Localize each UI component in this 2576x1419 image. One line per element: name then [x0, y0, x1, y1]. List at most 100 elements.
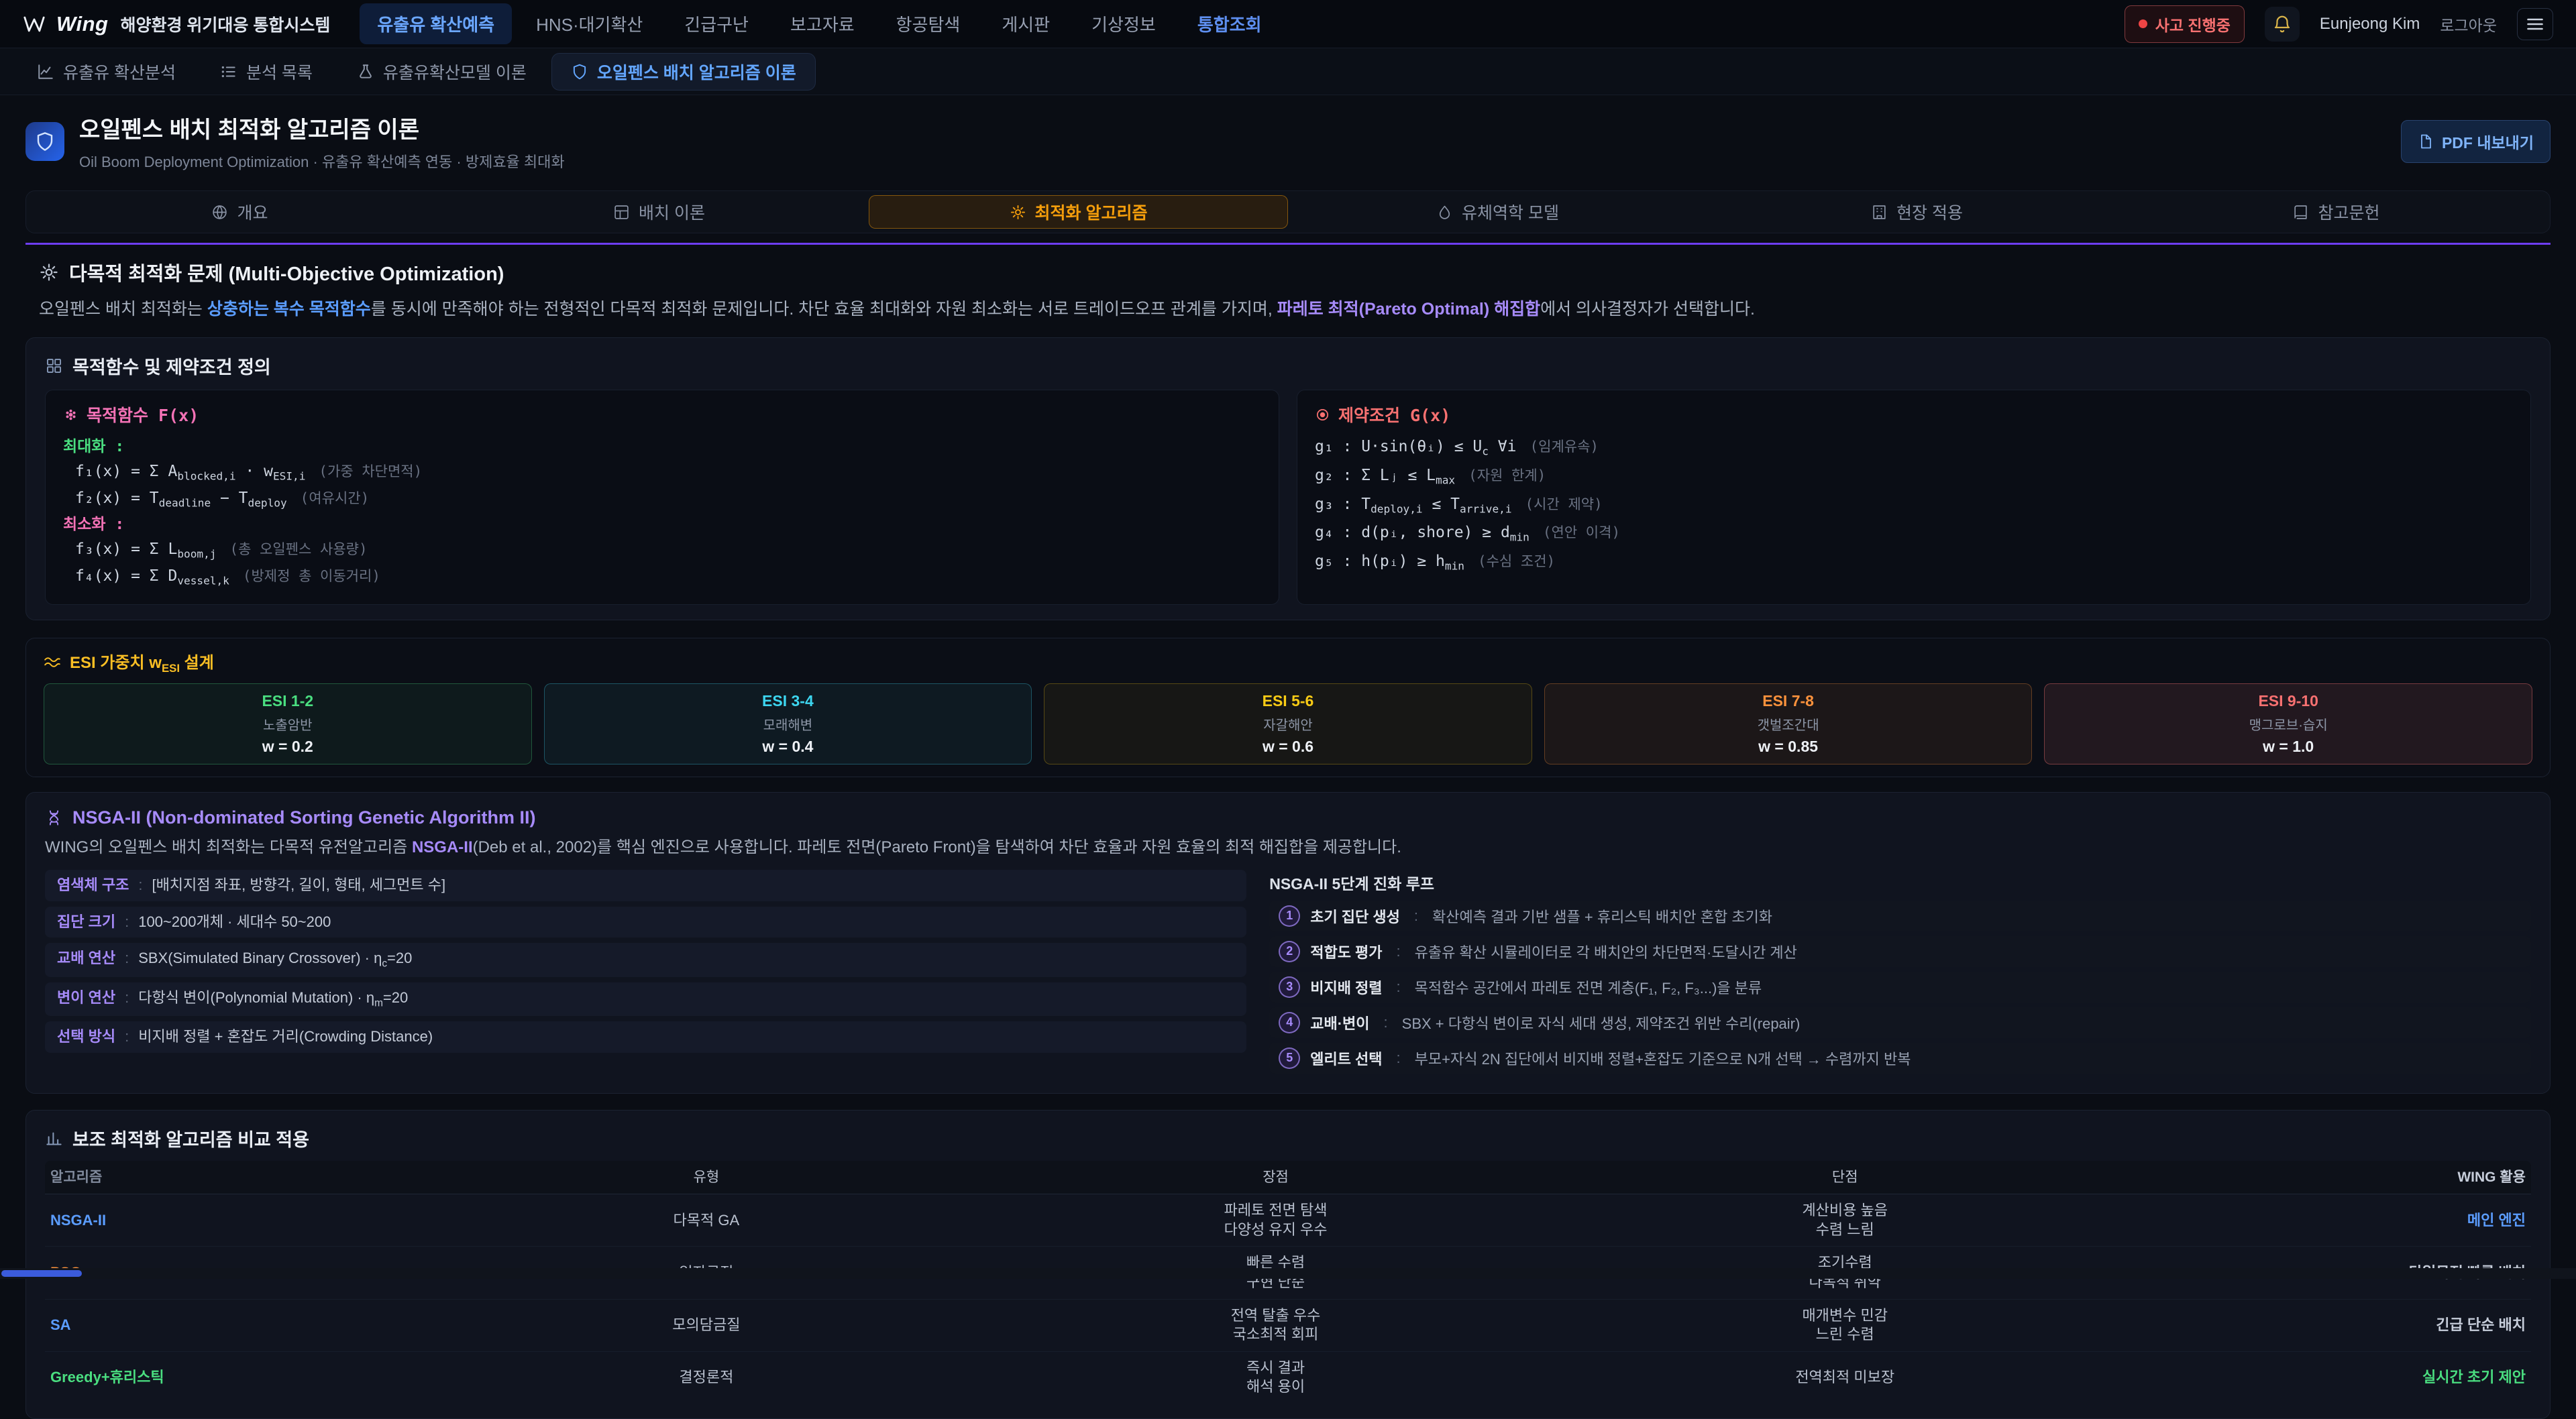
- nav-item-reports[interactable]: 보고자료: [773, 3, 872, 44]
- page-title: 오일펜스 배치 최적화 알고리즘 이론: [79, 111, 2386, 144]
- esi-weight-value: w = 0.2: [50, 738, 526, 756]
- user-name[interactable]: Eunjeong Kim: [2320, 15, 2420, 34]
- constraints-title-row: 제약조건 G(x): [1315, 402, 2513, 427]
- shield-icon: [571, 63, 588, 80]
- nav-item-emergency-rescue[interactable]: 긴급구난: [667, 3, 766, 44]
- table-row: Greedy+휴리스틱 결정론적 즉시 결과 해석 용이 전역최적 미보장 실시…: [45, 1352, 2531, 1404]
- nsga-text: WING의 오일펜스 배치 최적화는 다목적 유전알고리즘: [45, 838, 412, 856]
- param-value: 100~200개체 · 세대수 50~200: [138, 913, 331, 932]
- param-value: 비지배 정렬 + 혼잡도 거리(Crowding Distance): [138, 1027, 433, 1047]
- page-subtitle: Oil Boom Deployment Optimization · 유출유 확…: [79, 150, 2386, 172]
- algorithm-name: Greedy+휴리스틱: [50, 1368, 422, 1387]
- subtab-analysis-list[interactable]: 분석 목록: [201, 53, 332, 91]
- algorithm-type: 다목적 GA: [422, 1211, 991, 1231]
- tab-field-application[interactable]: 현장 적용: [1707, 195, 2127, 229]
- chart-line-icon: [37, 63, 54, 80]
- formula-note: (시간 제약): [1525, 496, 1603, 513]
- algorithm-cons: 전역최적 미보장: [1560, 1368, 2130, 1387]
- param-value: [배치지점 좌표, 방향각, 길이, 형태, 세그먼트 수]: [152, 876, 445, 895]
- logout-link[interactable]: 로그아웃: [2440, 13, 2497, 36]
- step-number-badge: 3: [1279, 976, 1300, 998]
- esi-weight-card: ESI 7-8 갯벌조간대 w = 0.85: [1544, 683, 2033, 764]
- droplet-icon: [1436, 204, 1453, 221]
- nsga-loop-step: 2적합도 평가:유출유 확산 시뮬레이터로 각 배치안의 차단면적·도달시간 계…: [1269, 936, 2531, 967]
- esi-weight-card: ESI 1-2 노출암반 w = 0.2: [44, 683, 532, 764]
- esi-weight-value: w = 0.4: [550, 738, 1026, 756]
- nav-item-aerial-search[interactable]: 항공탐색: [879, 3, 978, 44]
- comparison-title-row: 보조 최적화 알고리즘 비교 적용: [45, 1125, 2531, 1151]
- wing-usage: 메인 엔진: [2130, 1211, 2526, 1231]
- nsga-loop-step: 5엘리트 선택:부모+자식 2N 집단에서 비지배 정렬+혼잡도 기준으로 N개…: [1269, 1043, 2531, 1074]
- step-text: 목적함수 공간에서 파레토 전면 계층(F₁, F₂, F₃...)을 분류: [1415, 976, 1762, 998]
- scrollbar-thumb[interactable]: [1, 1270, 82, 1277]
- col-header-algorithm: 알고리즘: [50, 1168, 422, 1186]
- step-text: 부모+자식 2N 집단에서 비지배 정렬+혼잡도 기준으로 N개 선택 → 수렴…: [1415, 1047, 1911, 1069]
- separator: :: [1384, 1014, 1388, 1031]
- separator: :: [1397, 1049, 1401, 1067]
- bell-icon: [2272, 14, 2292, 34]
- subtab-label: 유출유확산모델 이론: [383, 60, 527, 84]
- optimization-tab-content: 다목적 최적화 문제 (Multi-Objective Optimization…: [25, 243, 2551, 1419]
- subtab-label: 오일펜스 배치 알고리즘 이론: [597, 60, 796, 84]
- subtab-dispersion-model-theory[interactable]: 유출유확산모델 이론: [337, 53, 546, 91]
- layout-icon: [613, 204, 630, 221]
- pdf-export-button[interactable]: PDF 내보내기: [2401, 120, 2551, 163]
- separator: :: [125, 1027, 129, 1047]
- esi-shore-type: 노출암반: [50, 714, 526, 734]
- nav-item-hns-air-dispersion[interactable]: HNS·대기확산: [519, 3, 660, 44]
- formula-line: f₂(x) = Tdeadline − Tdeploy(여유시간): [75, 489, 1261, 510]
- tab-overview[interactable]: 개요: [30, 195, 449, 229]
- topnav-right: 사고 진행중 Eunjeong Kim 로그아웃: [2125, 5, 2553, 43]
- separator: :: [1414, 907, 1418, 925]
- status-dot-icon: [2139, 19, 2147, 28]
- esi-range: ESI 1-2: [50, 692, 526, 710]
- nsga-param-row: 집단 크기:100~200개체 · 세대수 50~200: [45, 907, 1246, 938]
- col-header-wing-usage: WING 활용: [2130, 1168, 2526, 1186]
- table-header-row: 알고리즘 유형 장점 단점 WING 활용: [45, 1161, 2531, 1194]
- nsga-loop-title: NSGA-II 5단계 진화 루프: [1269, 871, 2531, 894]
- nsga-highlight: NSGA-II: [412, 838, 473, 856]
- nav-item-weather[interactable]: 기상정보: [1074, 3, 1173, 44]
- algorithm-cons: 매개변수 민감 느린 수렴: [1560, 1306, 2130, 1345]
- formula-math: g₁ : U·sin(θᵢ) ≤ Uc ∀i: [1315, 437, 1517, 459]
- subtab-boom-algorithm-theory[interactable]: 오일펜스 배치 알고리즘 이론: [551, 53, 816, 91]
- tab-label: 배치 이론: [639, 200, 705, 224]
- book-icon: [2292, 204, 2309, 221]
- subtab-spill-analysis[interactable]: 유출유 확산분석: [17, 53, 195, 91]
- intro-paragraph: 오일펜스 배치 최적화는 상충하는 복수 목적함수를 동시에 만족해야 하는 전…: [39, 297, 2537, 321]
- nsga-parameters-list: 염색체 구조: [배치지점 좌표, 방향각, 길이, 형태, 세그먼트 수] 집단…: [45, 870, 1246, 1078]
- step-text: 유출유 확산 시뮬레이터로 각 배치안의 차단면적·도달시간 계산: [1415, 941, 1797, 962]
- step-number-badge: 4: [1279, 1012, 1300, 1033]
- objective-function-title: 목적함수 F(x): [87, 402, 199, 427]
- step-label: 비지배 정렬: [1310, 976, 1382, 998]
- constraint-line: g₂ : Σ Lⱼ ≤ Lmax(자원 한계): [1315, 466, 2513, 488]
- param-label: 염색체 구조: [57, 876, 129, 895]
- tab-label: 개요: [237, 200, 268, 224]
- tab-deployment-theory[interactable]: 배치 이론: [449, 195, 869, 229]
- esi-shore-type: 맹그로브·습지: [2050, 714, 2526, 734]
- step-label: 엘리트 선택: [1310, 1047, 1382, 1069]
- tab-optimization-algorithm[interactable]: 최적화 알고리즘: [869, 195, 1288, 229]
- nsga-paragraph: WING의 오일펜스 배치 최적화는 다목적 유전알고리즘 NSGA-II(De…: [45, 836, 2531, 859]
- incident-status-badge[interactable]: 사고 진행중: [2125, 5, 2245, 43]
- tab-references[interactable]: 참고문헌: [2127, 195, 2546, 229]
- grid-icon: [45, 357, 63, 375]
- formula-math: g₅ : h(pᵢ) ≥ hmin: [1315, 552, 1464, 573]
- maximize-label: 최대화 :: [63, 437, 1261, 457]
- tab-hydrodynamic-model[interactable]: 유체역학 모델: [1288, 195, 1707, 229]
- nav-item-board[interactable]: 게시판: [984, 3, 1067, 44]
- top-navigation: Wing 해양환경 위기대응 통합시스템 유출유 확산예측 HNS·대기확산 긴…: [0, 0, 2576, 48]
- nsga-loop-step: 3비지배 정렬:목적함수 공간에서 파레토 전면 계층(F₁, F₂, F₃..…: [1269, 972, 2531, 1003]
- esi-weight-card: ESI 9-10 맹그로브·습지 w = 1.0: [2044, 683, 2532, 764]
- app-brand[interactable]: Wing 해양환경 위기대응 통합시스템: [23, 12, 330, 36]
- notifications-bell-button[interactable]: [2265, 7, 2300, 42]
- nav-item-integrated-search[interactable]: 통합조회: [1180, 3, 1279, 44]
- esi-title-text: ESI 가중치 wESI 설계: [70, 649, 214, 675]
- param-value: SBX(Simulated Binary Crossover) · ηc=20: [138, 949, 412, 970]
- subtab-label: 유출유 확산분석: [63, 60, 176, 84]
- objective-constraints-card: 목적함수 및 제약조건 정의 목적함수 F(x) 최대화 : f₁(x) = Σ…: [25, 337, 2551, 620]
- hamburger-menu-button[interactable]: [2517, 8, 2553, 40]
- tab-label: 참고문헌: [2318, 200, 2379, 224]
- nav-item-oil-spill-prediction[interactable]: 유출유 확산예측: [360, 3, 512, 44]
- objective-function-body: 최대화 : f₁(x) = Σ Ablocked,i · wESI,i(가중 차…: [63, 437, 1261, 587]
